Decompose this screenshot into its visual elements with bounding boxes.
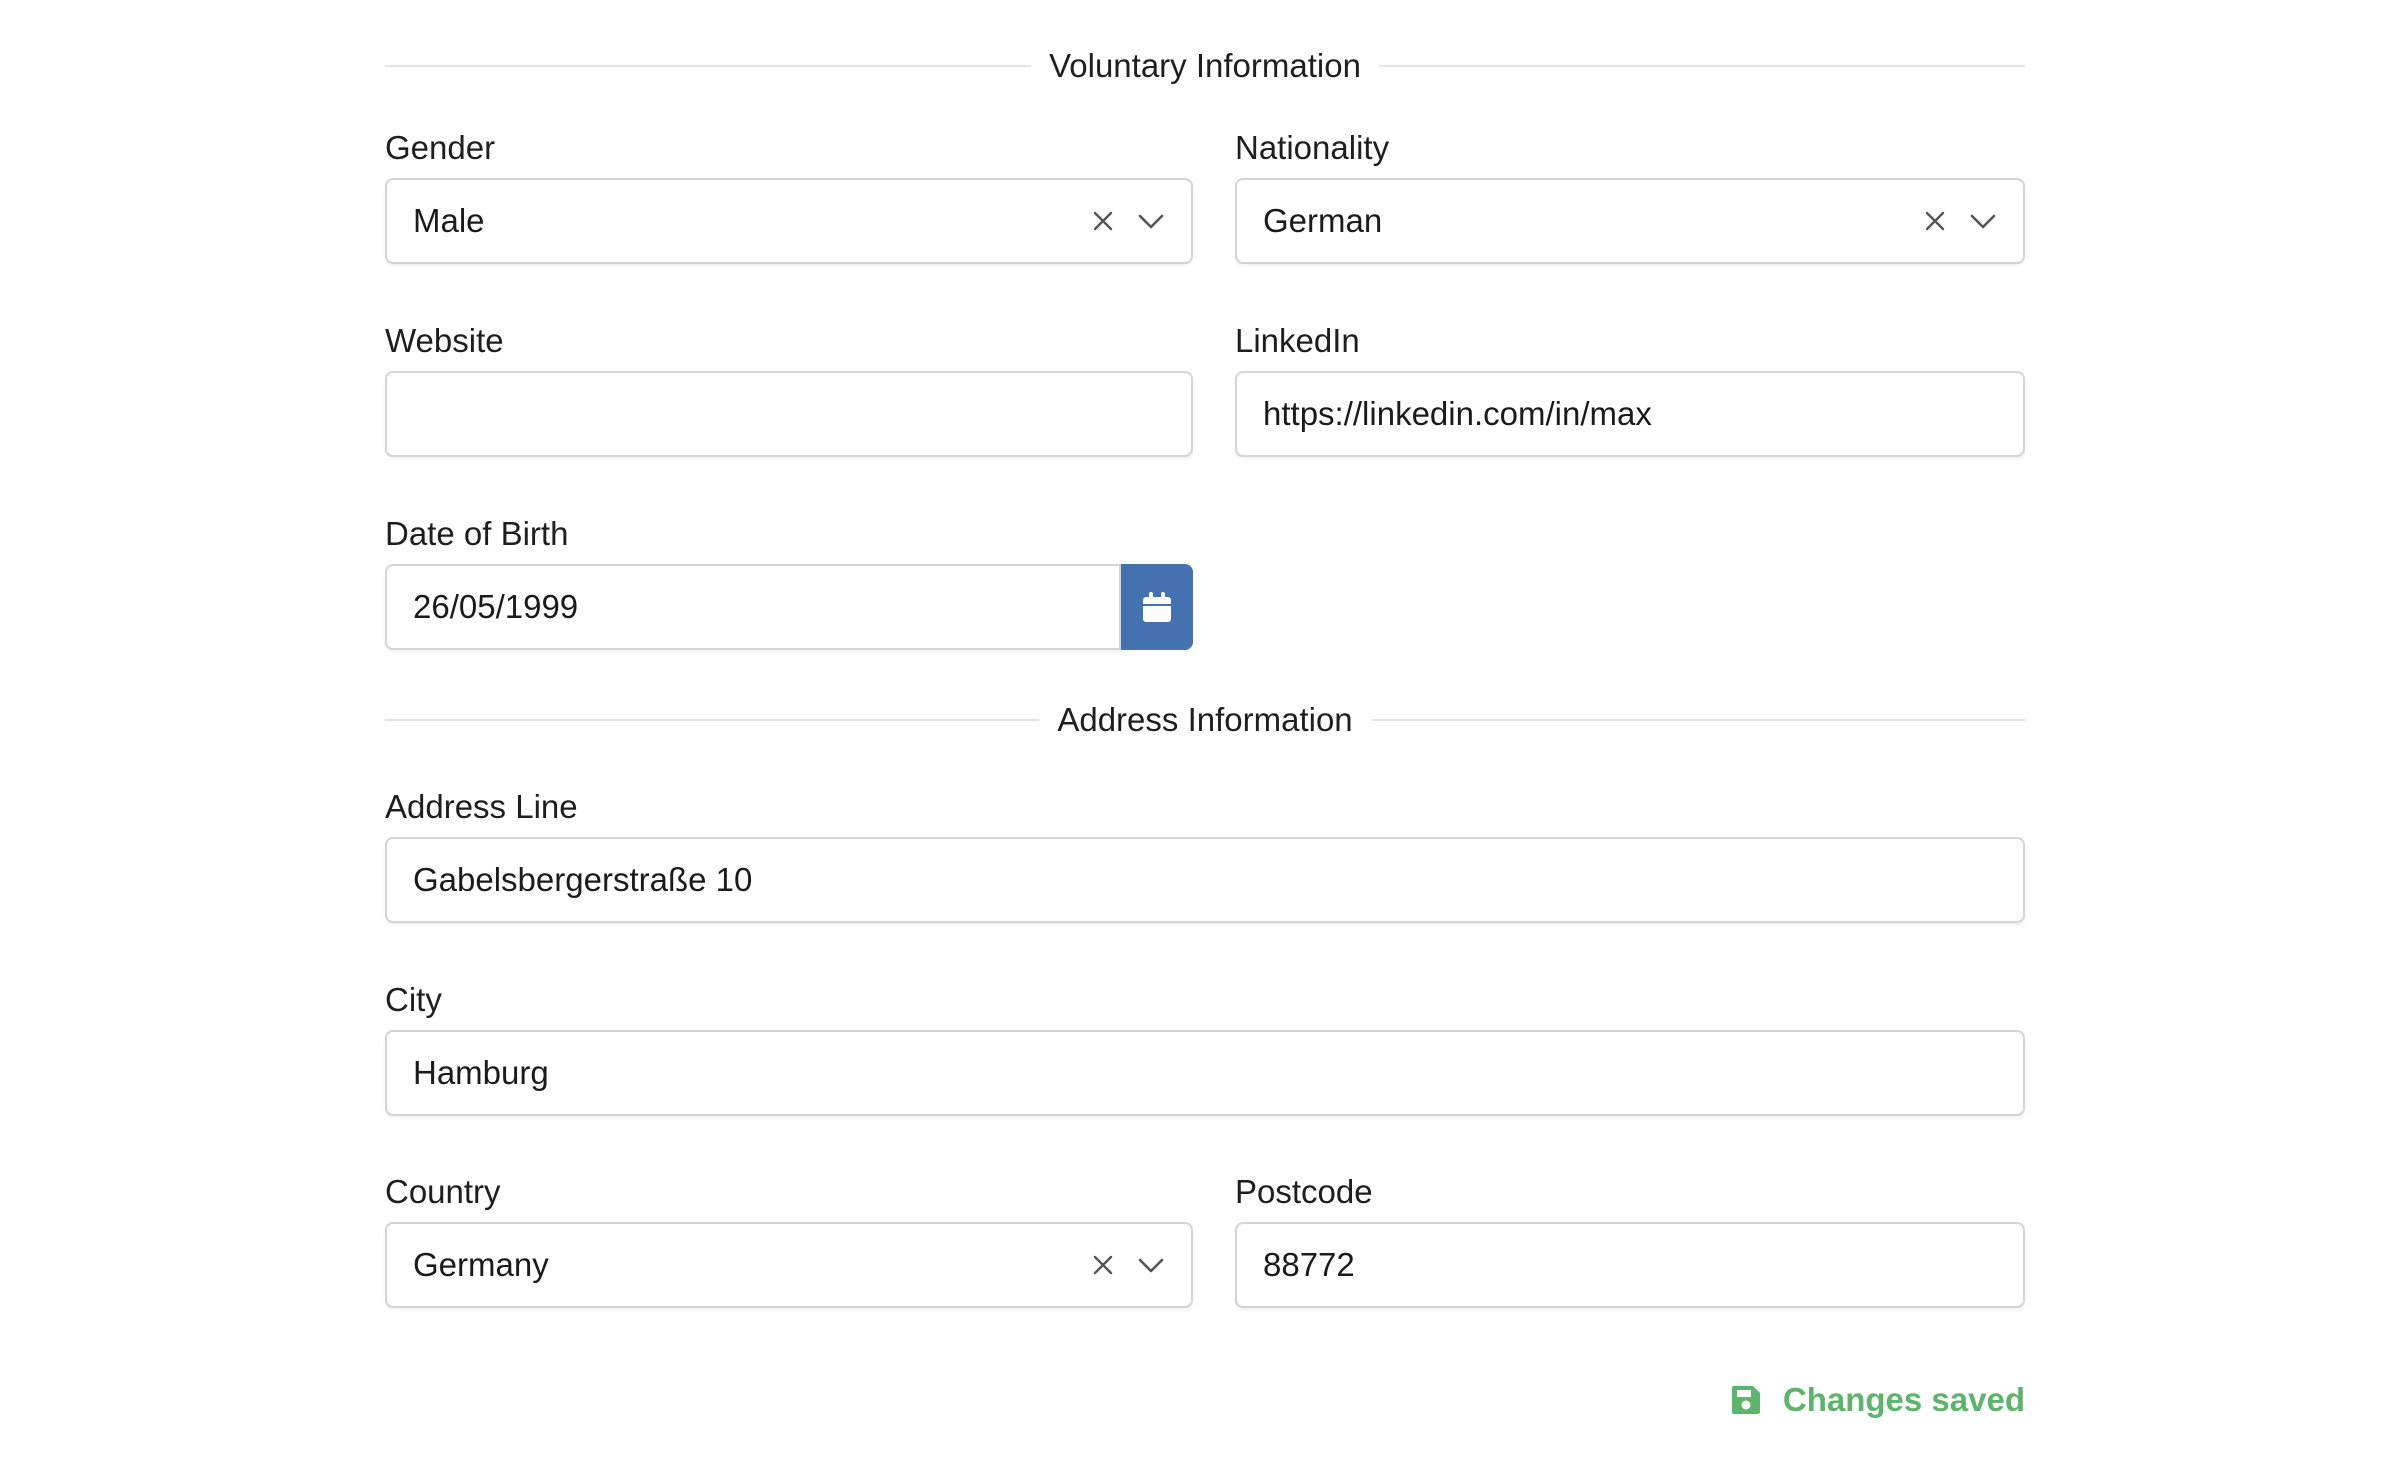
dob-value: 26/05/1999 [413,588,579,625]
nationality-selected-value: German [1263,202,1383,239]
divider-line-left [385,65,1032,67]
nationality-select-controls [1923,209,2023,233]
chevron-down-icon[interactable] [1137,1253,1165,1277]
linkedin-field: LinkedIn https://linkedin.com/in/max [1235,321,2025,457]
address-line-label: Address Line [385,788,578,825]
address-section-title: Address Information [1057,701,1353,738]
website-label: Website [385,322,504,359]
linkedin-value: https://linkedin.com/in/max [1263,395,1652,432]
postcode-label: Postcode [1235,1173,1373,1210]
chevron-down-icon[interactable] [1137,209,1165,233]
save-status-text: Changes saved [1782,1381,2025,1418]
country-selected-value: Germany [413,1246,549,1283]
postcode-input[interactable]: 88772 [1235,1222,2025,1308]
city-label: City [385,981,442,1018]
voluntary-section-divider: Voluntary Information [385,36,2025,96]
address-line-value: Gabelsbergerstraße 10 [413,861,753,898]
divider-line-right [1378,65,2025,67]
city-field: City Hamburg [385,980,2025,1116]
voluntary-section-title: Voluntary Information [1049,47,1361,84]
country-field: Country Germany [385,1172,1193,1308]
linkedin-input[interactable]: https://linkedin.com/in/max [1235,371,2025,457]
address-section-divider: Address Information [385,690,2025,750]
calendar-button[interactable] [1121,564,1193,650]
clear-icon[interactable] [1091,1253,1115,1277]
country-select[interactable]: Germany [385,1222,1193,1308]
city-value: Hamburg [413,1054,549,1091]
website-input[interactable] [385,371,1193,457]
clear-icon[interactable] [1091,209,1115,233]
dob-label: Date of Birth [385,515,569,552]
divider-line-left [385,719,1040,721]
floppy-disk-icon [1731,1386,1760,1414]
gender-selected-value: Male [413,202,485,239]
gender-field: Gender Male [385,128,1193,264]
calendar-icon [1143,592,1171,622]
gender-select-controls [1091,209,1191,233]
dob-input[interactable]: 26/05/1999 [385,564,1121,650]
nationality-label: Nationality [1235,129,1390,166]
dob-input-group: 26/05/1999 [385,564,1193,650]
address-line-field: Address Line Gabelsbergerstraße 10 [385,787,2025,923]
city-input[interactable]: Hamburg [385,1030,2025,1116]
linkedin-label: LinkedIn [1235,322,1360,359]
clear-icon[interactable] [1923,209,1947,233]
dob-field: Date of Birth 26/05/1999 [385,514,1193,650]
save-status: Changes saved [1731,1372,2025,1428]
chevron-down-icon[interactable] [1969,209,1997,233]
website-field: Website [385,321,1193,457]
gender-label: Gender [385,129,496,166]
country-select-controls [1091,1253,1191,1277]
nationality-select[interactable]: German [1235,178,2025,264]
country-label: Country [385,1173,501,1210]
postcode-field: Postcode 88772 [1235,1172,2025,1308]
postcode-value: 88772 [1263,1246,1355,1283]
gender-select[interactable]: Male [385,178,1193,264]
divider-line-right [1370,719,2025,721]
address-line-input[interactable]: Gabelsbergerstraße 10 [385,837,2025,923]
nationality-field: Nationality German [1235,128,2025,264]
